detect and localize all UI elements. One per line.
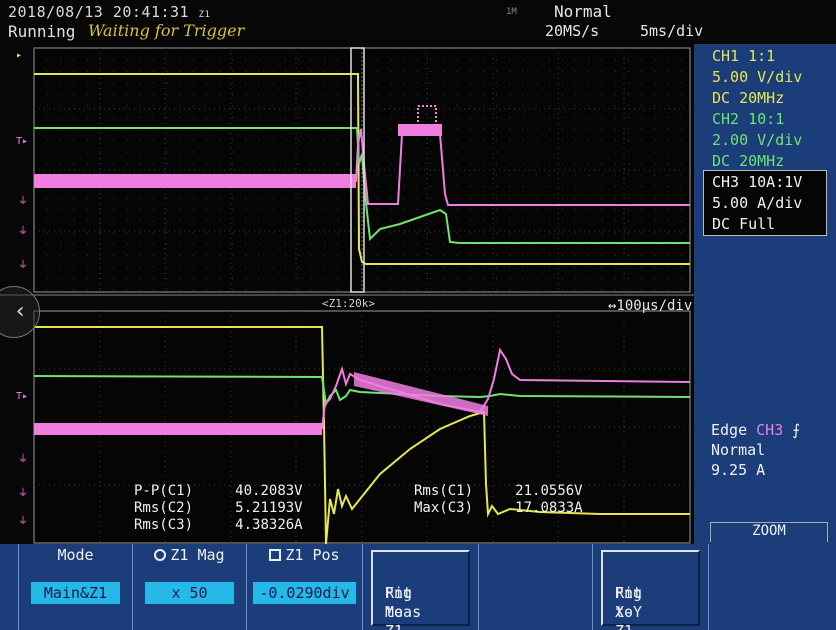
pos-label: Z1 Pos: [285, 546, 340, 564]
meas-value: 17.0833A: [515, 500, 583, 516]
ch3-settings[interactable]: CH3 10A:1V 5.00 A/div DC Full: [712, 172, 802, 235]
timestamp-marker: Z1: [198, 10, 211, 20]
time-per-div: 5ms/div: [640, 22, 704, 40]
ch3-scale: 5.00 A/div: [712, 194, 803, 212]
svg-text:⏚: ⏚: [18, 487, 28, 499]
position-knob-icon: [269, 549, 282, 561]
timestamp-text: 2018/08/13 20:41:31: [8, 3, 190, 21]
knob-icon: [154, 549, 167, 561]
ch3-coupling: DC Full: [712, 215, 776, 233]
ch1-probe: CH1 1:1: [712, 47, 776, 65]
trigger-source: CH3: [756, 421, 784, 439]
zoom-ratio-label: <Z1:20k>: [322, 297, 375, 310]
ch3-ground-markers: T▸ ⏚ ⏚ ⏚: [16, 136, 28, 271]
meas-row: Rms(C1) 21.0556V: [414, 483, 583, 500]
svg-text:⏚: ⏚: [18, 225, 28, 237]
empty-softkey[interactable]: [478, 544, 592, 630]
ch2-settings[interactable]: CH2 10:1 2.00 V/div DC 20MHz: [712, 109, 802, 172]
ch2-coupling: DC 20MHz: [712, 152, 785, 170]
ch2-probe: CH2 10:1: [712, 110, 785, 128]
trigger-level: 9.25 A: [711, 461, 766, 479]
fit-xy-softkey[interactable]: Fit X-YRng to Z1: [592, 544, 708, 630]
svg-text:T▸: T▸: [16, 391, 28, 402]
sample-rate: 20MS/s: [545, 22, 600, 40]
z1-pos-softkey[interactable]: Z1 Pos -0.0290div: [246, 544, 362, 630]
meas-label: Rms(C3): [134, 517, 194, 533]
waveform-svg: Ｔ T▸ ⏚ ⏚ ⏚ ▸: [0, 32, 694, 545]
mode-value: Main&Z1: [31, 582, 120, 604]
zoom-time-div: ↔100μs/div: [608, 298, 692, 314]
svg-text:▸: ▸: [16, 50, 22, 61]
trigger-type: Edge: [711, 421, 748, 439]
fit-meas-button[interactable]: Fit MeasRng to Z1: [371, 550, 470, 630]
waveform-area[interactable]: Ｔ T▸ ⏚ ⏚ ⏚ ▸: [0, 32, 694, 545]
mode-softkey[interactable]: Mode Main&Z1: [18, 544, 132, 630]
pos-value: -0.0290div: [253, 582, 356, 604]
trigger-state: Waiting for Trigger: [88, 21, 245, 40]
meas-value: 4.38326A: [235, 517, 303, 533]
ch1-scale: 5.00 V/div: [712, 68, 803, 86]
trigger-info[interactable]: Edge CH3 ⨍ Normal 9.25 A: [711, 420, 800, 480]
measurement-block-left: P-P(C1) 40.2083V Rms(C2) 5.21193V Rms(C3…: [134, 483, 303, 534]
fit-meas-softkey[interactable]: Fit MeasRng to Z1: [362, 544, 478, 630]
ch1-settings[interactable]: CH1 1:1 5.00 V/div DC 20MHz: [712, 46, 802, 109]
svg-text:⏚: ⏚: [18, 453, 28, 465]
rising-edge-icon: ⨍: [792, 421, 801, 439]
ch3-probe: CH3 10A:1V: [712, 173, 803, 191]
svg-text:Ｔ: Ｔ: [352, 44, 363, 45]
memory-tag: 1M: [506, 7, 517, 17]
status-bar: 2018/08/13 20:41:31 Z1 Running Waiting f…: [0, 0, 836, 44]
softkey-bar: Mode Main&Z1 Z1 Mag x 50 Z1 Pos -0.0290d…: [0, 544, 836, 630]
meas-row: Rms(C3) 4.38326A: [134, 517, 303, 534]
svg-text:⏚: ⏚: [18, 195, 28, 207]
mag-value: x 50: [145, 582, 234, 604]
svg-text:⏚: ⏚: [18, 515, 28, 527]
meas-value: 40.2083V: [235, 483, 303, 499]
svg-text:⏚: ⏚: [18, 259, 28, 271]
trigger-mode: Normal: [711, 441, 766, 459]
meas-row: P-P(C1) 40.2083V: [134, 483, 303, 500]
channel-info-panel: CH1 1:1 5.00 V/div DC 20MHz CH2 10:1 2.0…: [694, 44, 836, 544]
run-state: Running: [8, 22, 76, 41]
ch3-main-band: [34, 174, 356, 188]
meas-row: Rms(C2) 5.21193V: [134, 500, 303, 517]
fit-xy-line2: Rng to Z1: [615, 584, 643, 630]
oscilloscope-screen: 2018/08/13 20:41:31 Z1 Running Waiting f…: [0, 0, 836, 630]
meas-value: 21.0556V: [515, 483, 583, 499]
meas-label: P-P(C1): [134, 483, 194, 499]
timestamp: 2018/08/13 20:41:31 Z1: [8, 3, 210, 21]
ch2-scale: 2.00 V/div: [712, 131, 803, 149]
fit-meas-line2: Rng to Z1: [385, 584, 413, 630]
meas-label: Max(C3): [414, 500, 474, 516]
meas-label: Rms(C2): [134, 500, 194, 516]
mag-label: Z1 Mag: [170, 546, 225, 564]
zoom-menu-title: ZOOM: [710, 522, 828, 542]
ch1-coupling: DC 20MHz: [712, 89, 785, 107]
meas-label: Rms(C1): [414, 483, 474, 499]
meas-row: Max(C3) 17.0833A: [414, 500, 583, 517]
ch3-zoom-band: [34, 423, 322, 435]
svg-text:T▸: T▸: [16, 136, 28, 147]
measurement-block-right: Rms(C1) 21.0556V Max(C3) 17.0833A: [414, 483, 583, 517]
acquisition-mode: Normal: [554, 2, 612, 21]
fit-xy-button[interactable]: Fit X-YRng to Z1: [601, 550, 700, 630]
zoom-menu-softkey[interactable]: [708, 544, 836, 630]
z1-mag-softkey[interactable]: Z1 Mag x 50: [132, 544, 246, 630]
meas-value: 5.21193V: [235, 500, 303, 516]
mode-label: Mode: [57, 546, 94, 564]
